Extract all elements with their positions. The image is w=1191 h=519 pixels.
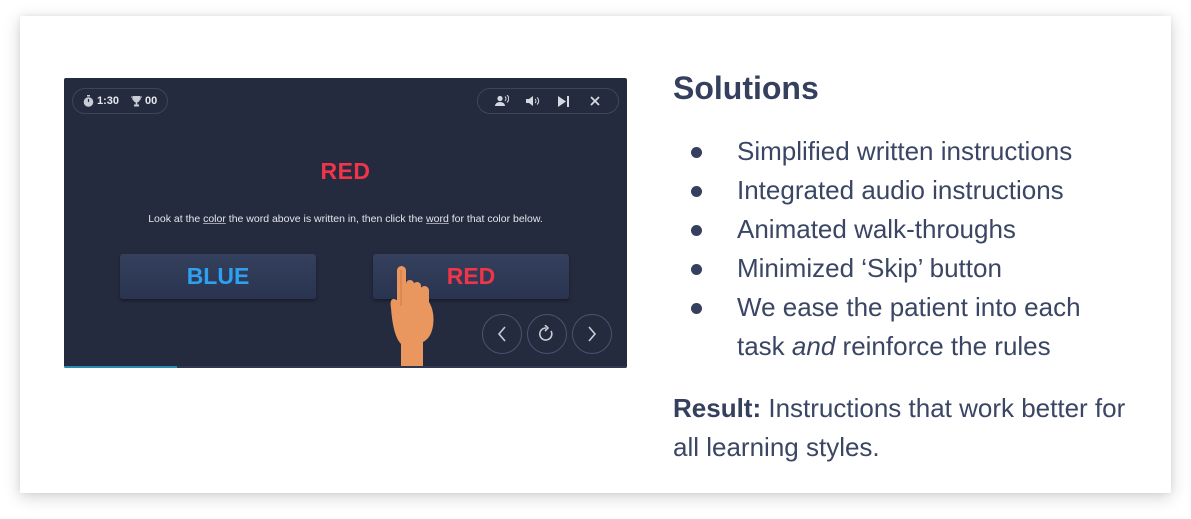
instruction-emphasis-word: word (426, 213, 449, 225)
instruction-text: Look at the color the word above is writ… (64, 213, 627, 225)
replay-icon (539, 325, 553, 341)
list-item: Animated walk-throughs (688, 210, 1117, 249)
list-item: Integrated audio instructions (688, 171, 1117, 210)
answer-label: BLUE (186, 263, 250, 289)
instruction-part: Look at the (148, 213, 204, 225)
trophy-icon (131, 95, 143, 106)
list-item-text: Animated walk-throughs (737, 214, 1016, 244)
instruction-emphasis-color: color (203, 213, 226, 225)
answer-button-blue[interactable]: BLUE (120, 254, 316, 299)
bullet-icon (691, 147, 702, 158)
next-button[interactable] (572, 314, 612, 354)
audio-instructions-button[interactable] (493, 92, 511, 110)
audio-instructions-icon (494, 95, 509, 106)
timer-value: 1:30 (97, 95, 120, 107)
game-screenshot: 1:30 00 RED Look at the color the word a… (64, 78, 627, 368)
answer-label: RED (446, 263, 496, 289)
skip-button[interactable] (555, 92, 573, 110)
result-statement: Result: Instructions that work better fo… (673, 389, 1133, 467)
instruction-part: for that color below. (448, 213, 543, 225)
replay-button[interactable] (527, 314, 567, 354)
bullet-icon (691, 303, 702, 314)
status-pill: 1:30 00 (72, 88, 168, 114)
list-item: We ease the patient into each task and r… (688, 288, 1117, 366)
volume-icon (525, 96, 539, 106)
list-item: Simplified written instructions (688, 132, 1117, 171)
bullet-icon (691, 264, 702, 275)
volume-button[interactable] (524, 92, 542, 110)
bullet-icon (691, 225, 702, 236)
progress-bar (64, 366, 177, 368)
score-value: 00 (145, 95, 158, 107)
list-item-text: Minimized ‘Skip’ button (737, 253, 1002, 283)
previous-button[interactable] (482, 314, 522, 354)
list-item-emphasis: and (791, 331, 836, 361)
close-button[interactable] (586, 92, 604, 110)
timer: 1:30 (83, 95, 119, 107)
panel-heading: Solutions (673, 70, 819, 106)
stopwatch-icon (83, 95, 94, 107)
list-item-text: Integrated audio instructions (737, 175, 1064, 205)
next-icon (588, 326, 597, 342)
instruction-part: the word above is written in, then click… (225, 213, 427, 225)
score: 00 (131, 95, 157, 107)
list-item-text: Simplified written instructions (737, 136, 1073, 166)
list-item-text: reinforce the rules (835, 331, 1051, 361)
solutions-list: Simplified written instructions Integrat… (688, 132, 1117, 366)
bullet-icon (691, 186, 702, 197)
previous-icon (497, 326, 506, 342)
close-icon (589, 96, 600, 106)
pointing-hand-icon (390, 266, 434, 368)
skip-icon (557, 95, 569, 107)
result-label: Result: (673, 393, 762, 423)
list-item: Minimized ‘Skip’ button (688, 249, 1117, 288)
control-pill (477, 88, 619, 114)
target-word: RED (320, 158, 371, 184)
